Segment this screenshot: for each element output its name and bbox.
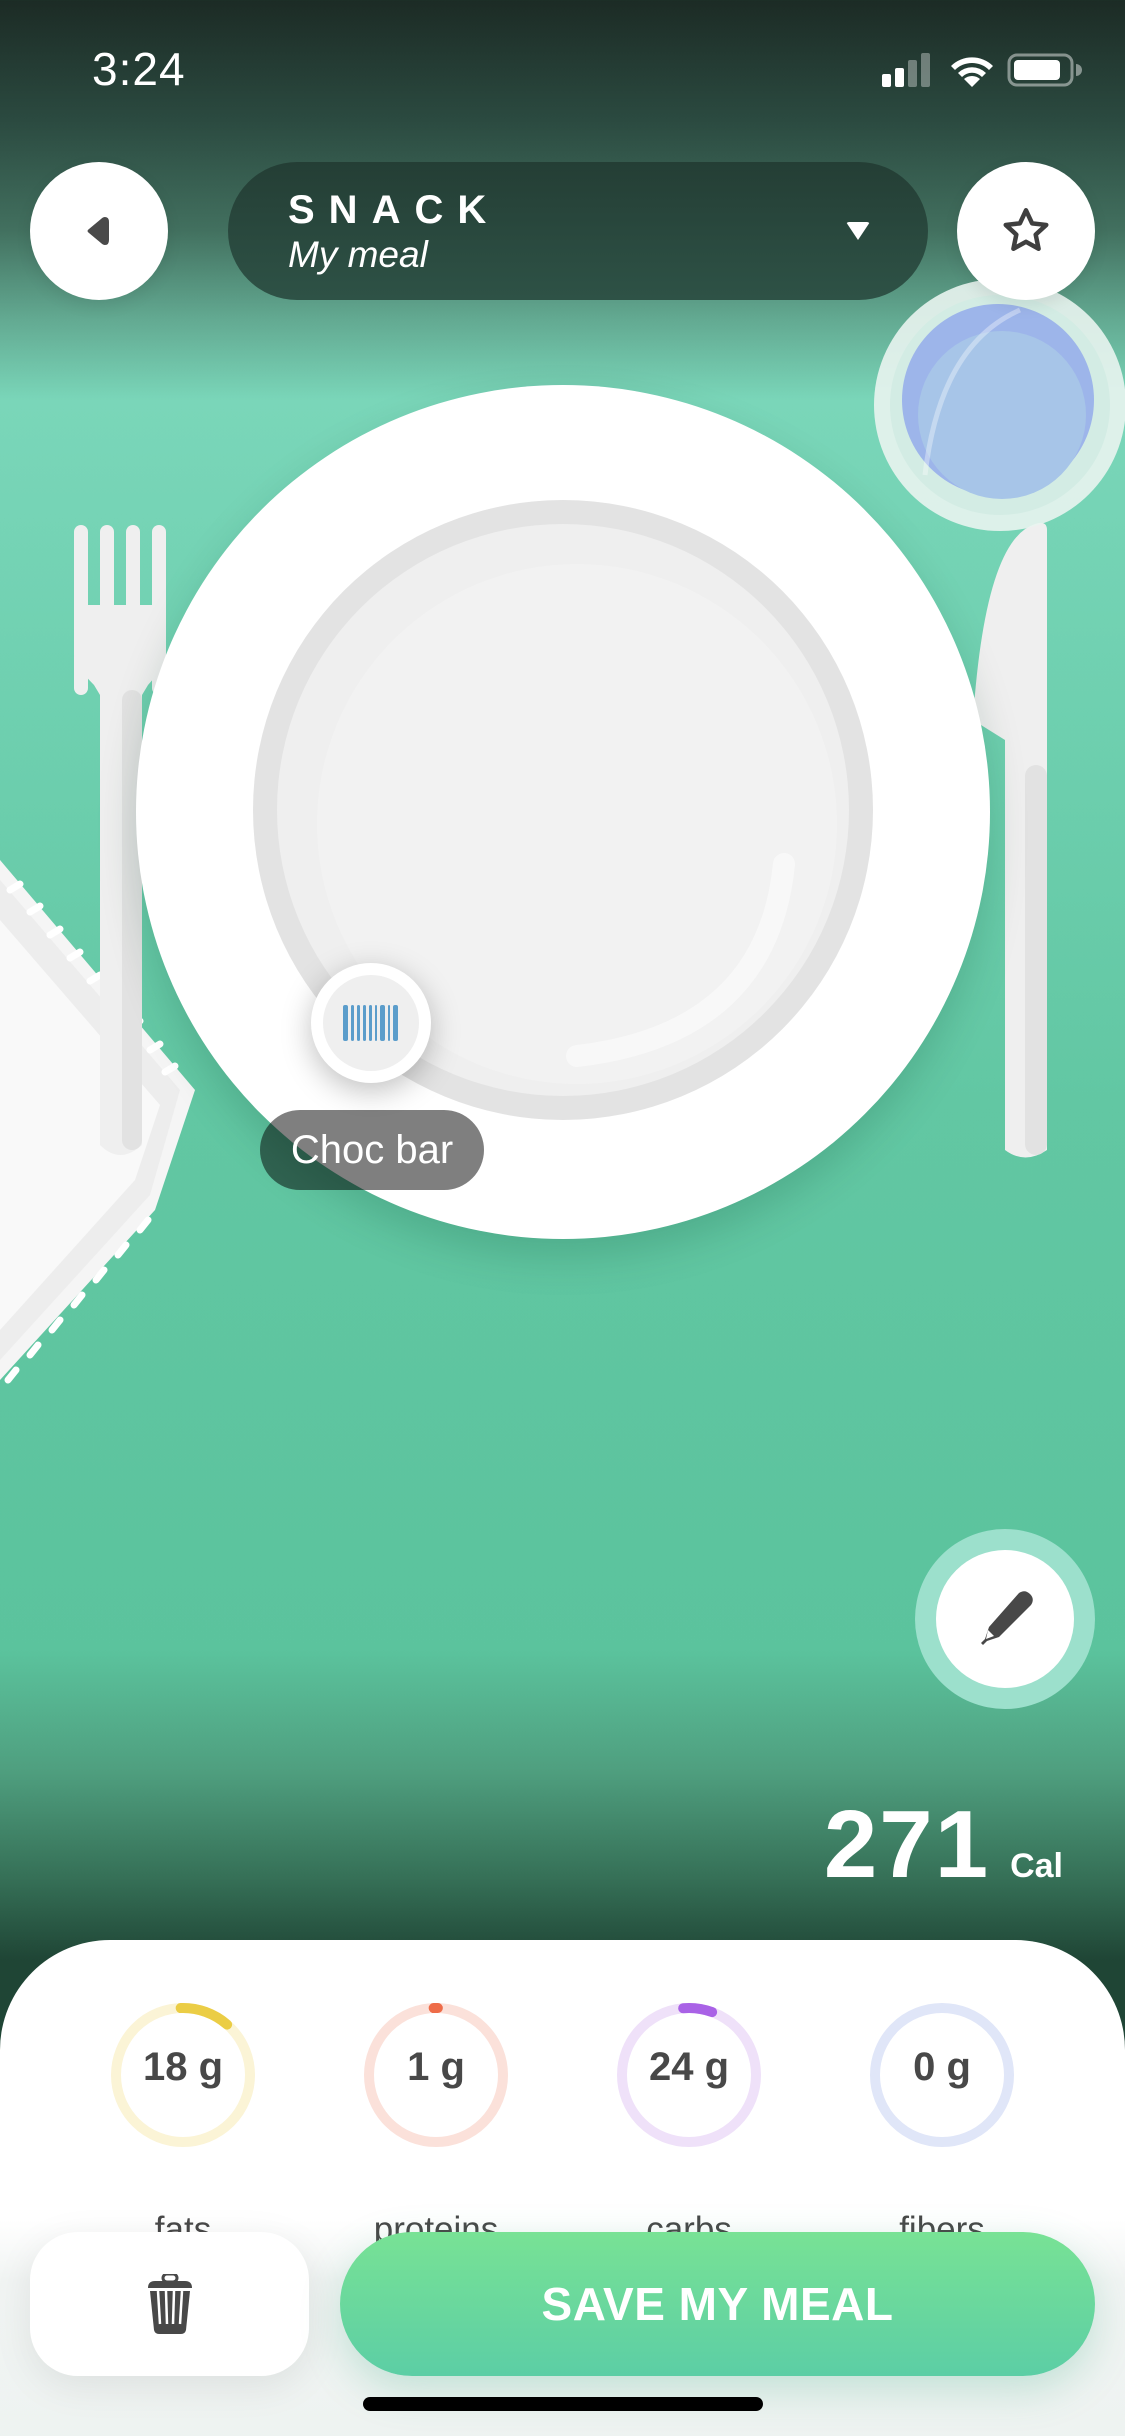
home-indicator[interactable] bbox=[363, 2397, 763, 2411]
edit-meal-button[interactable] bbox=[915, 1529, 1095, 1709]
macro-value: 24 g bbox=[648, 2045, 730, 2089]
barcode-icon bbox=[343, 1005, 398, 1041]
save-meal-button[interactable]: SAVE MY MEAL bbox=[340, 2232, 1095, 2376]
macro-value: 1 g bbox=[407, 2045, 465, 2089]
macro-fats: 18 g fats bbox=[83, 2000, 283, 2249]
back-triangle-icon bbox=[87, 217, 109, 245]
plate bbox=[136, 385, 990, 1239]
water-glass-decoration bbox=[874, 279, 1125, 531]
caret-down-icon bbox=[846, 222, 870, 240]
macro-proteins: 1 g proteins bbox=[336, 2000, 536, 2249]
meal-selector[interactable]: SNACK My meal bbox=[228, 162, 928, 300]
star-outline-icon bbox=[1003, 208, 1049, 252]
calorie-unit: Cal bbox=[1010, 1847, 1063, 1885]
macro-fibers: 0 g fibers bbox=[842, 2000, 1042, 2249]
pencil-icon bbox=[981, 1591, 1033, 1645]
meal-type: SNACK bbox=[288, 188, 501, 232]
meal-name: My meal bbox=[288, 234, 428, 275]
wifi-icon bbox=[951, 57, 993, 87]
macro-value: 18 g bbox=[142, 2045, 224, 2089]
food-item-label[interactable]: Choc bar bbox=[260, 1110, 484, 1190]
back-button[interactable] bbox=[30, 162, 168, 300]
favorite-button[interactable] bbox=[957, 162, 1095, 300]
status-time: 3:24 bbox=[92, 43, 186, 95]
macro-value: 0 g bbox=[913, 2045, 971, 2089]
battery-icon bbox=[1007, 53, 1082, 87]
calorie-total: 271 Cal bbox=[824, 1790, 1063, 1900]
trash-icon bbox=[147, 2274, 192, 2334]
status-icons bbox=[880, 50, 1090, 90]
food-item-badge[interactable] bbox=[311, 963, 431, 1083]
cellular-signal-icon bbox=[882, 53, 930, 87]
macro-carbs: 24 g carbs bbox=[589, 2000, 789, 2249]
calorie-value: 271 bbox=[823, 1791, 991, 1898]
delete-meal-button[interactable] bbox=[30, 2232, 309, 2376]
